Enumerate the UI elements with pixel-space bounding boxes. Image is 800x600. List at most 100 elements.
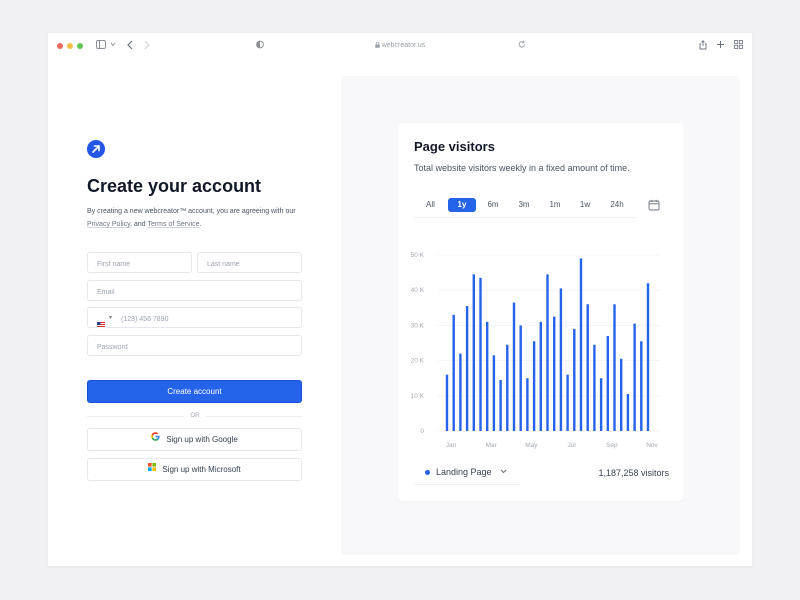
bar[interactable] (593, 344, 596, 431)
last-name-input[interactable] (198, 255, 301, 274)
bar[interactable] (512, 302, 516, 431)
google-signup-button[interactable]: Sign up with Google (87, 428, 302, 451)
x-tick-label: May (525, 442, 538, 449)
bar[interactable] (640, 341, 643, 431)
tab-1w[interactable]: 1w (572, 198, 598, 212)
bar[interactable] (445, 374, 449, 431)
share-icon[interactable] (699, 40, 707, 54)
microsoft-button-label: Sign up with Microsoft (162, 465, 241, 474)
terms-text-prefix: By creating a new webcreator™ account, y… (87, 208, 296, 215)
page-visitors-card: Page visitors Total website visitors wee… (398, 123, 684, 501)
y-tick-label: 20 K (411, 358, 425, 365)
bar[interactable] (579, 258, 583, 431)
bar[interactable] (499, 379, 502, 431)
chevron-down-icon (500, 468, 507, 478)
bar[interactable] (465, 306, 469, 431)
maximize-window-button[interactable] (77, 43, 83, 49)
tab-24h[interactable]: 24h (603, 198, 631, 212)
chevron-down-icon[interactable] (110, 40, 116, 53)
us-flag-icon[interactable] (97, 315, 105, 328)
password-input[interactable] (88, 338, 301, 357)
shield-icon[interactable] (256, 40, 264, 53)
bar[interactable] (606, 335, 609, 431)
divider-right (206, 416, 302, 417)
microsoft-icon (148, 458, 157, 479)
google-icon (151, 428, 160, 449)
bar[interactable] (553, 316, 556, 431)
bar[interactable] (613, 304, 616, 431)
address-bar[interactable]: webcreator.us (348, 40, 452, 52)
bar[interactable] (472, 274, 475, 431)
tabs-grid-icon[interactable] (734, 40, 743, 53)
bar[interactable] (566, 374, 569, 431)
first-name-input[interactable] (88, 255, 191, 274)
bar[interactable] (539, 321, 542, 431)
bar[interactable] (546, 274, 549, 431)
bar[interactable] (620, 358, 623, 431)
bar[interactable] (526, 378, 529, 431)
bar[interactable] (519, 325, 522, 431)
bar[interactable] (479, 277, 482, 431)
bar[interactable] (586, 304, 589, 431)
bar[interactable] (532, 341, 536, 431)
back-icon[interactable] (127, 40, 133, 54)
visitors-bar-chart: 0 10 K 20 K 30 K 40 K 50 K Jan Mar May Jul Sep Nov (411, 252, 661, 449)
x-tick-label: Sep (606, 442, 618, 449)
x-tick-label: Jan (446, 442, 457, 449)
plus-icon[interactable] (716, 40, 725, 53)
bar[interactable] (646, 283, 650, 431)
page-title: Create your account (87, 176, 262, 196)
tab-1y[interactable]: 1y (448, 198, 476, 212)
bar[interactable] (492, 355, 496, 431)
series-label: Landing Page (436, 467, 492, 477)
bar[interactable] (599, 378, 603, 431)
card-title: Page visitors (414, 139, 495, 154)
y-tick-label: 0 (420, 428, 424, 435)
tab-3m[interactable]: 3m (511, 198, 537, 212)
y-tick-label: 50 K (411, 252, 425, 259)
y-tick-label: 40 K (411, 287, 425, 294)
forward-icon[interactable] (144, 40, 150, 54)
divider-left (87, 416, 184, 417)
x-tick-label: Mar (486, 442, 498, 449)
bar[interactable] (633, 323, 636, 431)
google-button-label: Sign up with Google (166, 435, 238, 444)
phone-field: ▼ (87, 307, 302, 329)
calendar-icon[interactable] (648, 198, 660, 216)
microsoft-signup-button[interactable]: Sign up with Microsoft (87, 458, 302, 481)
series-selector[interactable]: Landing Page (414, 463, 520, 485)
create-account-button[interactable]: Create account (87, 380, 302, 403)
lock-icon (375, 42, 382, 49)
terms-text-suffix: . (199, 221, 202, 228)
card-subtitle: Total website visitors weekly in a fixed… (414, 163, 630, 173)
or-divider-label: OR (190, 413, 200, 419)
tab-6m[interactable]: 6m (480, 198, 506, 212)
brand-logo-icon (87, 140, 105, 158)
bar[interactable] (459, 353, 462, 431)
close-window-button[interactable] (57, 43, 63, 49)
tab-all[interactable]: All (418, 198, 443, 212)
email-input[interactable] (88, 283, 301, 302)
minimize-window-button[interactable] (67, 43, 73, 49)
email-field (87, 280, 302, 302)
terms-of-service-link[interactable]: Terms of Service (147, 221, 199, 228)
bar[interactable] (559, 288, 563, 431)
sidebar-icon[interactable] (96, 40, 106, 53)
country-chevron-down-icon[interactable]: ▼ (108, 312, 113, 324)
first-name-field (87, 252, 192, 274)
y-tick-label: 30 K (411, 322, 425, 329)
bar[interactable] (452, 314, 455, 431)
browser-toolbar: webcreator.us (48, 33, 752, 57)
bar[interactable] (573, 328, 576, 431)
time-range-tabs: All 1y 6m 3m 1m 1w 24h (414, 192, 635, 218)
bar[interactable] (486, 321, 489, 431)
x-tick-label: Nov (646, 442, 658, 449)
url-text: webcreator.us (381, 42, 426, 49)
bar[interactable] (626, 394, 630, 431)
x-tick-label: Jul (567, 442, 576, 449)
reload-icon[interactable] (518, 40, 526, 53)
privacy-policy-link[interactable]: Privacy Policy (87, 221, 130, 228)
phone-input[interactable] (88, 310, 301, 329)
tab-1m[interactable]: 1m (542, 198, 568, 212)
bar[interactable] (506, 344, 509, 431)
